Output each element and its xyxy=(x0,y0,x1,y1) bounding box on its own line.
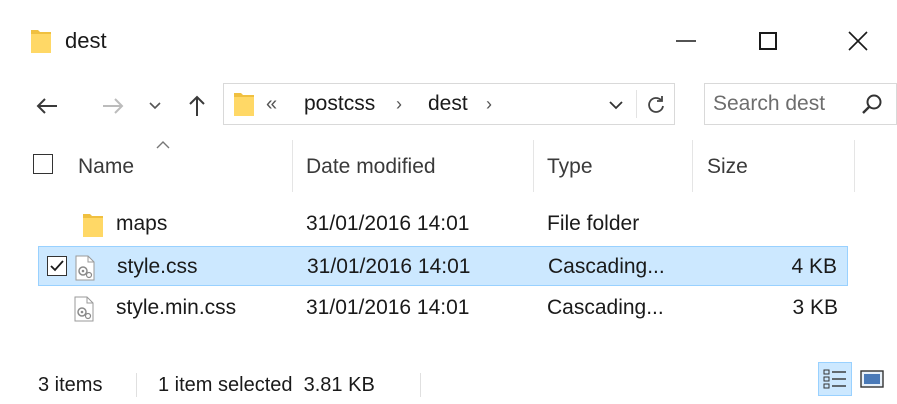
recent-locations-button[interactable] xyxy=(144,88,166,124)
column-divider[interactable] xyxy=(292,140,293,192)
up-button[interactable] xyxy=(182,88,212,124)
maximize-button[interactable] xyxy=(738,20,798,62)
divider xyxy=(636,90,637,118)
search-input[interactable] xyxy=(713,92,853,116)
maximize-icon xyxy=(759,32,777,50)
file-type: Cascading... xyxy=(547,296,664,319)
address-bar[interactable]: « postcss › dest › xyxy=(223,83,675,125)
refresh-icon xyxy=(648,96,664,113)
breadcrumb-postcss[interactable]: postcss xyxy=(304,92,375,116)
css-file-icon xyxy=(75,255,95,281)
column-divider[interactable] xyxy=(854,140,855,192)
folder-icon xyxy=(31,30,51,53)
minimize-icon xyxy=(676,40,696,42)
divider xyxy=(136,373,137,397)
checkmark-icon xyxy=(50,260,64,272)
large-icons-view-icon xyxy=(860,370,884,388)
close-button[interactable] xyxy=(828,20,888,62)
file-date-modified: 31/01/2016 14:01 xyxy=(306,212,470,235)
window-title: dest xyxy=(65,28,107,53)
divider xyxy=(420,373,421,397)
file-type: Cascading... xyxy=(548,255,665,278)
folder-icon xyxy=(83,214,103,237)
refresh-button[interactable] xyxy=(642,91,670,119)
breadcrumb-separator[interactable]: › xyxy=(486,92,492,116)
forward-arrow-icon xyxy=(103,98,124,114)
details-view-icon xyxy=(823,369,846,389)
column-divider[interactable] xyxy=(692,140,693,192)
file-row-style-css[interactable]: style.css 31/01/2016 14:01 Cascading... … xyxy=(38,246,848,286)
file-date-modified: 31/01/2016 14:01 xyxy=(306,296,470,319)
search-box[interactable] xyxy=(704,83,897,125)
folder-icon xyxy=(234,93,254,116)
file-type: File folder xyxy=(547,212,640,235)
column-divider[interactable] xyxy=(533,140,534,192)
file-row-style-min-css[interactable]: style.min.css 31/01/2016 14:01 Cascading… xyxy=(38,288,848,328)
chevron-down-icon xyxy=(609,100,623,109)
column-header-name[interactable]: Name xyxy=(78,154,134,180)
file-size: 3 KB xyxy=(792,296,838,319)
file-name: style.min.css xyxy=(116,296,237,319)
select-all-checkbox[interactable] xyxy=(33,154,53,174)
sort-ascending-icon xyxy=(156,141,170,149)
file-name: style.css xyxy=(117,255,198,278)
breadcrumb-separator[interactable]: › xyxy=(396,92,402,116)
up-arrow-icon xyxy=(189,95,205,116)
minimize-button[interactable] xyxy=(656,20,716,62)
search-icon[interactable] xyxy=(861,93,883,115)
address-dropdown-button[interactable] xyxy=(602,92,630,118)
status-selection: 1 item selected 3.81 KB xyxy=(158,374,375,396)
breadcrumb-overflow[interactable]: « xyxy=(266,93,277,115)
breadcrumb-dest[interactable]: dest xyxy=(428,92,468,116)
file-size: 4 KB xyxy=(791,255,837,278)
chevron-down-icon xyxy=(149,102,161,110)
column-header-type[interactable]: Type xyxy=(547,154,593,180)
back-arrow-icon xyxy=(36,98,57,114)
file-row-maps[interactable]: maps 31/01/2016 14:01 File folder xyxy=(38,204,848,244)
column-header-date-modified[interactable]: Date modified xyxy=(306,154,436,180)
large-icons-view-button[interactable] xyxy=(858,366,886,392)
css-file-icon xyxy=(74,296,94,322)
column-header-size[interactable]: Size xyxy=(707,154,748,180)
close-icon xyxy=(848,31,868,51)
forward-button[interactable] xyxy=(96,88,130,124)
row-checkbox[interactable] xyxy=(47,256,67,276)
status-item-count: 3 items xyxy=(38,374,103,396)
file-date-modified: 31/01/2016 14:01 xyxy=(307,255,471,278)
back-button[interactable] xyxy=(30,88,64,124)
file-name: maps xyxy=(116,212,168,235)
details-view-button[interactable] xyxy=(818,362,852,396)
